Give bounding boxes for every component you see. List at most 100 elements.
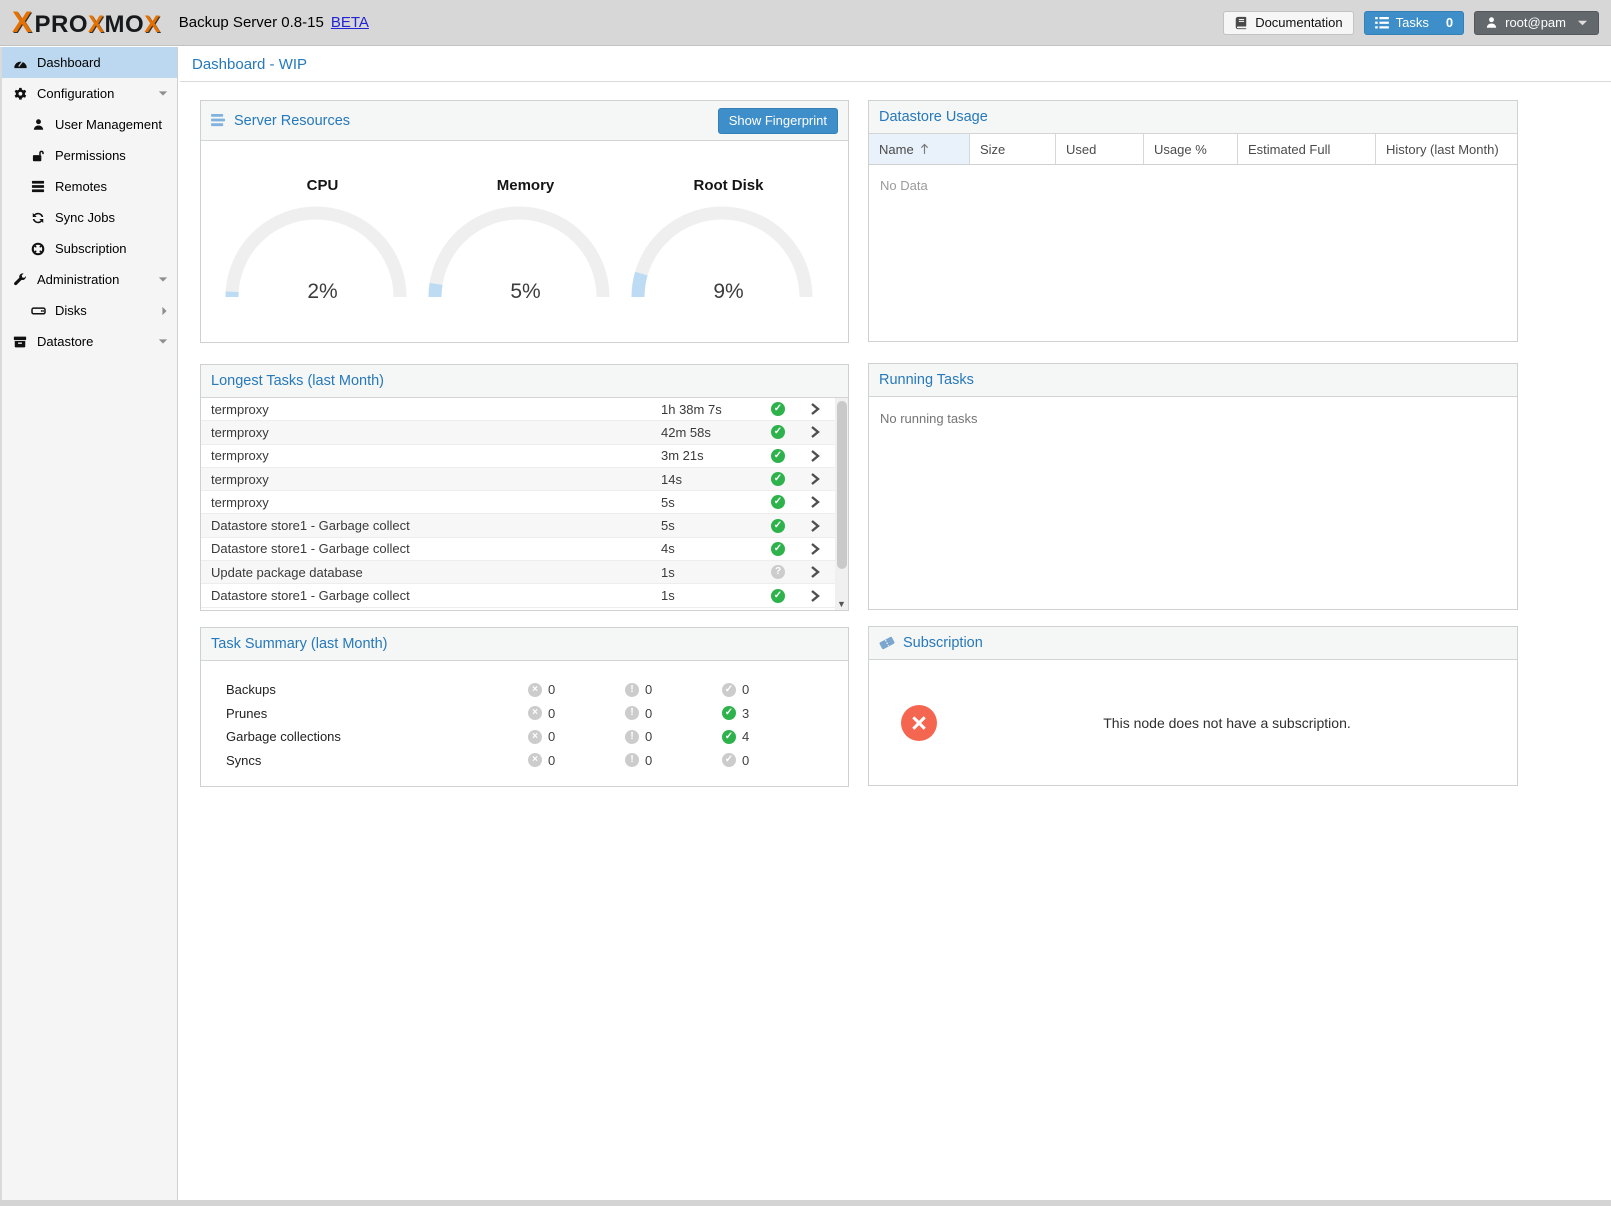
summary-label: Prunes <box>201 706 528 721</box>
panel-title: Task Summary (last Month) <box>211 636 387 652</box>
task-name: Update package database <box>201 565 661 580</box>
hard-disk-icon <box>30 303 46 319</box>
summary-label: Syncs <box>201 753 528 768</box>
longest-tasks-panel: Longest Tasks (last Month) termproxy 1h … <box>200 364 849 611</box>
task-row: Datastore store1 - Garbage collect 1s ✓ <box>201 584 837 607</box>
warning-count-icon: ! <box>625 753 639 767</box>
datastore-usage-panel: Datastore Usage Name Size Used Usage % E… <box>868 100 1518 342</box>
open-task-chevron-icon[interactable] <box>795 542 835 556</box>
open-task-chevron-icon[interactable] <box>795 402 835 416</box>
status-ok-icon: ✓ <box>771 589 785 603</box>
column-header-estimated-full[interactable]: Estimated Full <box>1238 134 1376 164</box>
status-ok-icon: ✓ <box>771 449 785 463</box>
chevron-right-icon[interactable] <box>161 306 168 316</box>
ok-count-icon: ✓ <box>722 753 736 767</box>
open-task-chevron-icon[interactable] <box>795 519 835 533</box>
task-duration: 5s <box>661 518 761 533</box>
task-name: Datastore store1 - Garbage collect <box>201 518 661 533</box>
scroll-down-icon[interactable]: ▼ <box>835 599 848 609</box>
cpu-gauge: CPU 2% <box>221 141 424 342</box>
error-count-icon: × <box>528 730 542 744</box>
no-subscription-icon: × <box>901 705 937 741</box>
empty-state-text: No Data <box>869 165 1517 206</box>
sidebar-item-permissions[interactable]: Permissions <box>2 140 177 171</box>
show-fingerprint-button[interactable]: Show Fingerprint <box>718 108 838 134</box>
open-task-chevron-icon[interactable] <box>795 449 835 463</box>
sidebar-item-datastore[interactable]: Datastore <box>2 326 177 357</box>
user-menu-button[interactable]: root@pam <box>1474 11 1599 35</box>
archive-box-icon <box>12 334 28 350</box>
column-header-history[interactable]: History (last Month) <box>1376 134 1517 164</box>
task-duration: 42m 58s <box>661 425 761 440</box>
summary-label: Backups <box>201 682 528 697</box>
sidebar-item-configuration[interactable]: Configuration <box>2 78 177 109</box>
column-label: Used <box>1066 142 1096 157</box>
task-row: Datastore store1 - Garbage collect 5s ✓ <box>201 514 837 537</box>
open-task-chevron-icon[interactable] <box>795 589 835 603</box>
beta-link[interactable]: BETA <box>331 14 369 31</box>
scrollbar-thumb[interactable] <box>837 401 847 569</box>
logo-text: X <box>88 11 105 39</box>
task-duration: 5s <box>661 495 761 510</box>
subscription-message: This node does not have a subscription. <box>937 715 1517 731</box>
task-row: Datastore store1 - Garbage collect 4s ✓ <box>201 538 837 561</box>
warning-count: 0 <box>645 682 652 697</box>
tasks-count-badge: 0 <box>1446 15 1453 30</box>
gauges: CPU 2% Memory 5% <box>201 141 848 342</box>
column-header-name[interactable]: Name <box>869 134 970 164</box>
task-name: termproxy <box>201 472 661 487</box>
sidebar-item-disks[interactable]: Disks <box>2 295 177 326</box>
column-header-usage-pct[interactable]: Usage % <box>1144 134 1238 164</box>
status-ok-icon: ✓ <box>771 519 785 533</box>
sidebar-item-dashboard[interactable]: Dashboard <box>2 47 177 78</box>
sidebar-item-subscription[interactable]: Subscription <box>2 233 177 264</box>
documentation-button[interactable]: Documentation <box>1223 11 1353 35</box>
chevron-down-icon[interactable] <box>158 276 168 283</box>
gauge-label: Root Disk <box>627 177 830 194</box>
column-header-size[interactable]: Size <box>970 134 1056 164</box>
status-unknown-icon: ? <box>771 565 785 579</box>
root-disk-gauge: Root Disk 9% <box>627 141 830 342</box>
status-ok-icon: ✓ <box>771 425 785 439</box>
column-header-used[interactable]: Used <box>1056 134 1144 164</box>
status-ok-icon: ✓ <box>771 495 785 509</box>
memory-gauge: Memory 5% <box>424 141 627 342</box>
panel-title: Subscription <box>903 635 983 651</box>
ok-count-icon: ✓ <box>722 706 736 720</box>
task-duration: 1s <box>661 565 761 580</box>
task-name: termproxy <box>201 425 661 440</box>
sidebar-item-user-management[interactable]: User Management <box>2 109 177 140</box>
sidebar-item-remotes[interactable]: Remotes <box>2 171 177 202</box>
summary-row: Backups ×0 !0 ✓0 <box>201 678 848 702</box>
warning-count-icon: ! <box>625 706 639 720</box>
gauge-label: Memory <box>424 177 627 194</box>
documentation-label: Documentation <box>1255 15 1342 30</box>
empty-state-text: No running tasks <box>869 397 1517 440</box>
task-summary-panel: Task Summary (last Month) Backups ×0 !0 … <box>200 627 849 787</box>
user-icon <box>30 117 46 133</box>
sidebar-item-sync-jobs[interactable]: Sync Jobs <box>2 202 177 233</box>
open-task-chevron-icon[interactable] <box>795 425 835 439</box>
tasks-scrollbar[interactable]: ▼ <box>835 398 848 610</box>
task-row: termproxy 42m 58s ✓ <box>201 421 837 444</box>
sort-up-icon <box>920 143 929 155</box>
tasks-button[interactable]: Tasks 0 <box>1364 11 1464 35</box>
logo-text: PRO <box>35 11 89 39</box>
sidebar: Dashboard Configuration User Management … <box>0 47 178 1200</box>
sidebar-item-label: Permissions <box>55 148 126 163</box>
panel-title: Datastore Usage <box>879 109 988 125</box>
sidebar-item-administration[interactable]: Administration <box>2 264 177 295</box>
status-ok-icon: ✓ <box>771 542 785 556</box>
sidebar-item-label: Remotes <box>55 179 107 194</box>
ok-count: 0 <box>742 682 749 697</box>
error-count-icon: × <box>528 706 542 720</box>
wrench-icon <box>12 272 28 288</box>
open-task-chevron-icon[interactable] <box>795 565 835 579</box>
chevron-down-icon[interactable] <box>158 338 168 345</box>
gauge-value: 2% <box>221 280 424 304</box>
open-task-chevron-icon[interactable] <box>795 472 835 486</box>
column-label: Usage % <box>1154 142 1207 157</box>
open-task-chevron-icon[interactable] <box>795 495 835 509</box>
chevron-down-icon[interactable] <box>158 90 168 97</box>
column-label: History (last Month) <box>1386 142 1499 157</box>
